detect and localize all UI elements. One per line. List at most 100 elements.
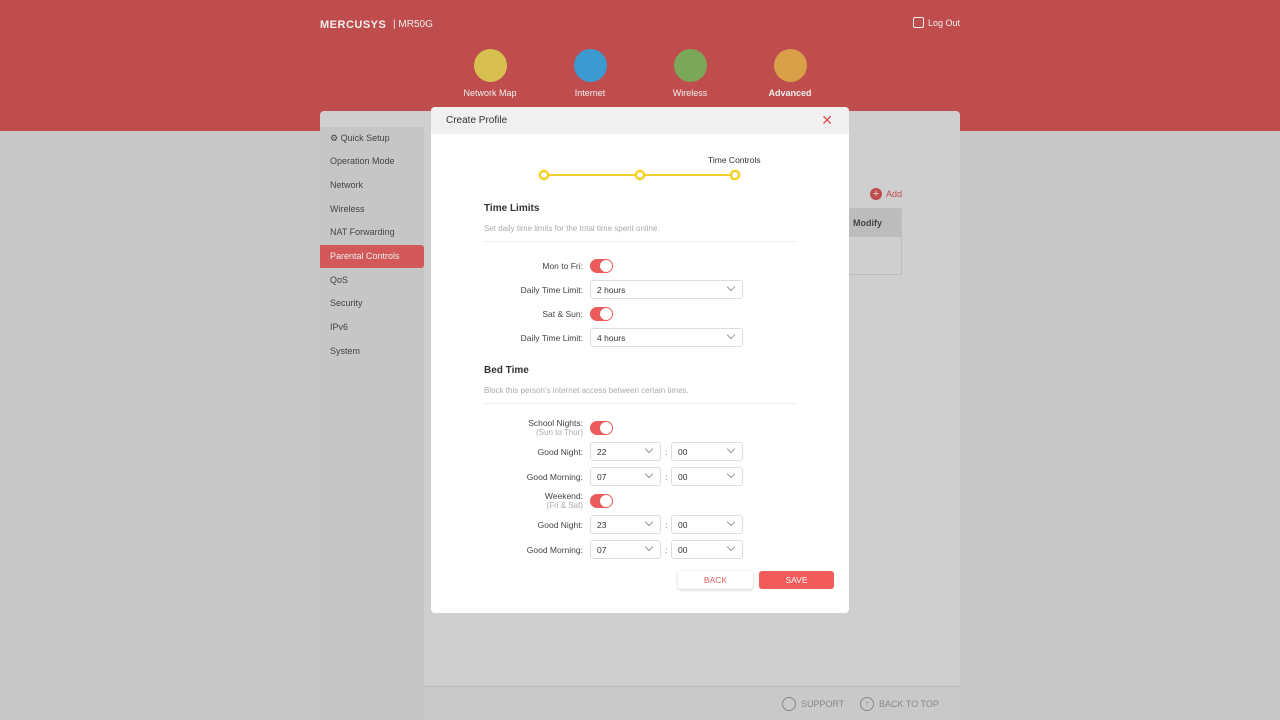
support-link[interactable]: SUPPORT	[782, 697, 844, 711]
logout-button[interactable]: Log Out	[913, 17, 960, 28]
step-label: Time Controls	[708, 155, 761, 165]
support-label: SUPPORT	[801, 699, 845, 709]
weekend-morning-minute-select[interactable]: 00	[671, 540, 743, 559]
time-separator: :	[665, 447, 668, 457]
back-to-top-link[interactable]: ↑ BACK TO TOP	[860, 697, 939, 711]
select-value: 23	[597, 520, 607, 530]
weekend-morning-hour-select[interactable]: 07	[590, 540, 661, 559]
sidebar-item-ipv6[interactable]: IPv6	[320, 316, 424, 339]
sidebar-item-quick-setup[interactable]: ⚙ Quick Setup	[320, 127, 424, 150]
weekend-bed-toggle[interactable]	[590, 494, 613, 508]
select-value: 07	[597, 472, 607, 482]
weekday-limit-label: Daily Time Limit:	[520, 285, 583, 295]
plus-icon: +	[870, 188, 882, 200]
chevron-down-icon	[644, 444, 654, 454]
school-night-label: Good Night:	[537, 447, 583, 457]
chevron-down-icon	[726, 282, 736, 292]
bed-time-title: Bed Time	[484, 365, 529, 376]
weekday-toggle[interactable]	[590, 259, 613, 273]
school-morning-label: Good Morning:	[526, 472, 583, 482]
sidebar-item-nat-forwarding[interactable]: NAT Forwarding	[320, 221, 424, 244]
chevron-down-icon	[644, 542, 654, 552]
sidebar-item-parental-controls[interactable]: Parental Controls	[320, 245, 424, 268]
table-header-modify: Modify	[843, 209, 901, 237]
time-limits-desc: Set daily time limits for the total time…	[484, 224, 796, 242]
time-separator: :	[665, 520, 668, 530]
chevron-down-icon	[726, 517, 736, 527]
nav-internet[interactable]: Internet	[550, 49, 630, 98]
profiles-table: Modify	[842, 208, 902, 275]
sidebar-item-security[interactable]: Security	[320, 292, 424, 315]
logout-label: Log Out	[928, 17, 961, 28]
select-value: 00	[678, 447, 688, 457]
school-nights-label: School Nights: (Sun to Thur)	[431, 418, 583, 437]
add-button[interactable]: + Add	[870, 188, 902, 200]
model-name: | MR50G	[393, 19, 433, 30]
weekend-night-hour-select[interactable]: 23	[590, 515, 661, 534]
select-value: 00	[678, 520, 688, 530]
weekend-limit-label: Daily Time Limit:	[520, 333, 583, 343]
weekend-bed-text: Weekend:	[544, 491, 583, 501]
weekend-bed-label: Weekend: (Fri & Sat)	[431, 491, 583, 510]
weekend-toggle[interactable]	[590, 307, 613, 321]
select-value: 22	[597, 447, 607, 457]
logout-icon	[913, 17, 924, 28]
bed-time-desc: Block this person's internet access betw…	[484, 386, 796, 404]
time-separator: :	[665, 545, 668, 555]
step-dot-3	[730, 170, 740, 180]
sidebar-item-wireless[interactable]: Wireless	[320, 198, 424, 221]
chevron-down-icon	[726, 542, 736, 552]
sidebar-item-system[interactable]: System	[320, 340, 424, 363]
network-map-icon	[473, 49, 507, 82]
time-separator: :	[665, 472, 668, 482]
nav-label: Advanced	[768, 88, 812, 98]
school-nights-toggle[interactable]	[590, 421, 613, 435]
back-to-top-label: BACK TO TOP	[879, 699, 939, 709]
weekend-label: Sat & Sun:	[542, 309, 583, 319]
step-dot-2	[635, 170, 645, 180]
school-night-minute-select[interactable]: 00	[671, 442, 743, 461]
create-profile-dialog: Create Profile ✕ Time Controls Time Limi…	[431, 107, 849, 613]
nav-network-map[interactable]: Network Map	[450, 49, 530, 98]
headset-icon	[782, 697, 796, 711]
nav-label: Internet	[574, 88, 606, 98]
step-dot-1	[539, 170, 549, 180]
chevron-down-icon	[644, 469, 654, 479]
model-label: MR50G	[398, 19, 433, 30]
sidebar-item-qos[interactable]: QoS	[320, 269, 424, 292]
weekend-night-minute-select[interactable]: 00	[671, 515, 743, 534]
select-value: 07	[597, 545, 607, 555]
save-button[interactable]: SAVE	[759, 571, 834, 589]
chevron-down-icon	[644, 517, 654, 527]
add-label: Add	[886, 189, 903, 199]
select-value: 2 hours	[597, 285, 626, 295]
nav-label: Wireless	[672, 88, 708, 98]
school-night-hour-select[interactable]: 22	[590, 442, 661, 461]
sidebar-item-operation-mode[interactable]: Operation Mode	[320, 150, 424, 173]
weekday-label: Mon to Fri:	[542, 261, 583, 271]
sidebar-item-network[interactable]: Network	[320, 174, 424, 197]
wifi-icon	[673, 49, 707, 82]
school-morning-minute-select[interactable]: 00	[671, 467, 743, 486]
select-value: 00	[678, 545, 688, 555]
back-button[interactable]: BACK	[678, 571, 753, 589]
weekend-bed-sub: (Fri & Sat)	[546, 501, 583, 510]
weekend-night-label: Good Night:	[537, 520, 583, 530]
school-nights-text: School Nights:	[528, 418, 583, 428]
nav-wireless[interactable]: Wireless	[650, 49, 730, 98]
weekend-morning-label: Good Morning:	[526, 545, 583, 555]
weekday-limit-select[interactable]: 2 hours	[590, 280, 743, 299]
arrow-up-icon: ↑	[860, 697, 874, 711]
school-nights-sub: (Sun to Thur)	[536, 428, 583, 437]
globe-icon	[573, 49, 607, 82]
time-limits-title: Time Limits	[484, 203, 540, 214]
weekend-limit-select[interactable]: 4 hours	[590, 328, 743, 347]
chevron-down-icon	[726, 330, 736, 340]
school-morning-hour-select[interactable]: 07	[590, 467, 661, 486]
dialog-title: Create Profile	[431, 107, 849, 134]
sidebar: ⚙ Quick Setup Operation Mode Network Wir…	[320, 127, 424, 720]
gear-icon	[773, 49, 807, 82]
close-icon[interactable]: ✕	[821, 112, 833, 129]
select-value: 00	[678, 472, 688, 482]
nav-advanced[interactable]: Advanced	[750, 49, 830, 98]
